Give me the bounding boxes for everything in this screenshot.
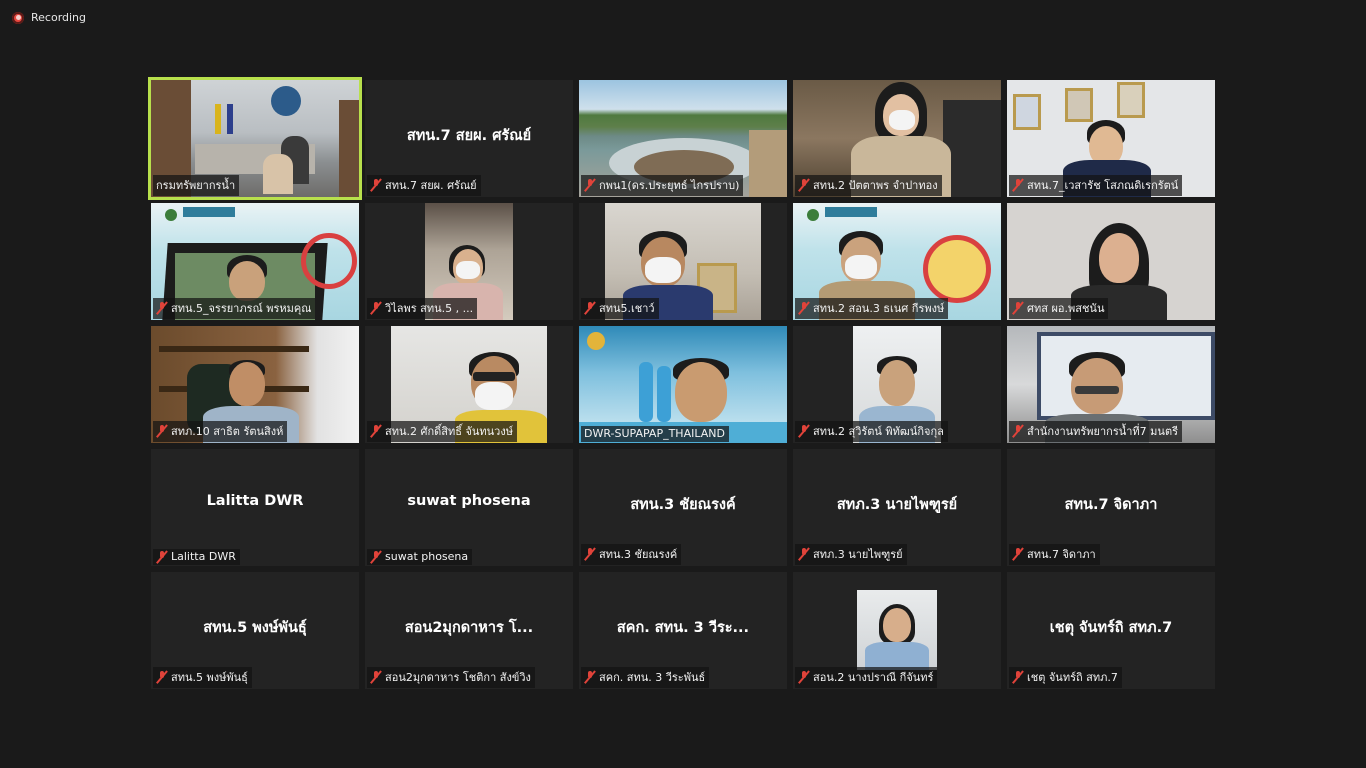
mic-muted-icon bbox=[1012, 179, 1024, 191]
participant-name-label: กรมทรัพยากรน้ำ bbox=[153, 175, 240, 196]
participant-tile[interactable]: สทน.7_เวสารัช โสภณดิเรกรัตน์ bbox=[1007, 80, 1215, 197]
participant-name-label: สทภ.10 สาธิต รัตนสิงห์ bbox=[153, 421, 288, 442]
participant-name-label: สทน5.เชาว์ bbox=[581, 298, 659, 319]
participant-tile[interactable]: สทน.7 จิดาภา สทน.7 จิดาภา bbox=[1007, 449, 1215, 566]
participant-tile[interactable]: สทน.2 สอน.3 ธเนศ กีรพงษ์ bbox=[793, 203, 1001, 320]
participant-name-label: สทน.3 ชัยณรงค์ bbox=[581, 544, 682, 565]
participant-tile[interactable]: สอน2มุกดาหาร โ... สอน2มุกดาหาร โชติกา สั… bbox=[365, 572, 573, 689]
participant-display-name: สทน.3 ชัยณรงค์ bbox=[630, 497, 736, 513]
participant-name-label: สอน.2 นางปราณี กีจันทร์ bbox=[795, 667, 938, 688]
participant-tile[interactable]: สทน.7 สยผ. ศรัณย์ สทน.7 สยผ. ศรัณย์ bbox=[365, 80, 573, 197]
participant-tile[interactable]: สทน.5 พงษ์พันธุ์ สทน.5 พงษ์พันธุ์ bbox=[151, 572, 359, 689]
participant-tile[interactable]: วิไลพร สทน.5 , ... bbox=[365, 203, 573, 320]
recording-label: Recording bbox=[31, 11, 87, 24]
participant-display-name: suwat phosena bbox=[407, 493, 531, 509]
mic-muted-icon bbox=[156, 550, 168, 563]
mic-muted-icon bbox=[584, 302, 596, 314]
participant-tile[interactable]: สทน.3 ชัยณรงค์ สทน.3 ชัยณรงค์ bbox=[579, 449, 787, 566]
participant-name-label: สำนักงานทรัพยากรน้ำที่7 มนตรี bbox=[1009, 421, 1183, 442]
participant-tile[interactable]: สทน5.เชาว์ bbox=[579, 203, 787, 320]
participant-name-label: สคก. สทน. 3 วีระพันธ์ bbox=[581, 667, 710, 688]
gallery-grid: กรมทรัพยากรน้ำ สทน.7 สยผ. ศรัณย์ สทน.7 ส… bbox=[148, 77, 1215, 689]
participant-tile[interactable]: สทน.2 ปัตตาพร จำปาทอง bbox=[793, 80, 1001, 197]
participant-display-name: สคก. สทน. 3 วีระ... bbox=[616, 620, 750, 636]
participant-tile[interactable]: กพน1(ดร.ประยุทธ์ ไกรปราบ) bbox=[579, 80, 787, 197]
mic-muted-icon bbox=[370, 550, 382, 563]
mic-muted-icon bbox=[156, 302, 168, 314]
recording-indicator: Recording bbox=[12, 11, 86, 24]
record-icon bbox=[12, 11, 24, 24]
mic-muted-icon bbox=[1012, 671, 1024, 683]
participant-display-name: เชตุ จันทร์ถิ สทภ.7 bbox=[1049, 620, 1173, 636]
mic-muted-icon bbox=[156, 425, 168, 437]
participant-name-label: สทน.2 สอน.3 ธเนศ กีรพงษ์ bbox=[795, 298, 949, 319]
participant-name-label: สทน.5_จรรยาภรณ์ พรหมคุณ bbox=[153, 298, 316, 319]
participant-tile[interactable]: สอน.2 นางปราณี กีจันทร์ bbox=[793, 572, 1001, 689]
mic-muted-icon bbox=[798, 302, 810, 314]
participant-tile[interactable]: สำนักงานทรัพยากรน้ำที่7 มนตรี bbox=[1007, 326, 1215, 443]
mic-muted-icon bbox=[798, 179, 810, 191]
mic-muted-icon bbox=[1012, 425, 1024, 437]
mic-muted-icon bbox=[798, 425, 810, 437]
mic-muted-icon bbox=[584, 671, 596, 683]
participant-name-label: วิไลพร สทน.5 , ... bbox=[367, 298, 478, 319]
participant-name-label: สทน.7 สยผ. ศรัณย์ bbox=[367, 175, 481, 196]
participant-name-label: DWR-SUPAPAP_THAILAND bbox=[581, 426, 729, 442]
participant-tile[interactable]: สทภ.10 สาธิต รัตนสิงห์ bbox=[151, 326, 359, 443]
participant-tile[interactable]: สทภ.3 นายไพฑูรย์ สทภ.3 นายไพฑูรย์ bbox=[793, 449, 1001, 566]
participant-name-label: ศทส ผอ.พสชนัน bbox=[1009, 298, 1109, 319]
participant-name-label: สทน.7 จิดาภา bbox=[1009, 544, 1100, 565]
mic-muted-icon bbox=[156, 671, 168, 683]
mic-muted-icon bbox=[798, 671, 810, 683]
participant-tile[interactable]: สทน.5_จรรยาภรณ์ พรหมคุณ bbox=[151, 203, 359, 320]
participant-display-name: สอน2มุกดาหาร โ... bbox=[404, 620, 534, 636]
mic-muted-icon bbox=[370, 671, 382, 683]
participant-display-name: Lalitta DWR bbox=[206, 493, 304, 509]
participant-tile[interactable]: เชตุ จันทร์ถิ สทภ.7 เชตุ จันทร์ถิ สทภ.7 bbox=[1007, 572, 1215, 689]
participant-name-label: สทภ.3 นายไพฑูรย์ bbox=[795, 544, 907, 565]
participant-tile[interactable]: สคก. สทน. 3 วีระ... สคก. สทน. 3 วีระพันธ… bbox=[579, 572, 787, 689]
participant-name-label: สอน2มุกดาหาร โชติกา สังข์วิง bbox=[367, 667, 535, 688]
participant-tile[interactable]: ศทส ผอ.พสชนัน bbox=[1007, 203, 1215, 320]
participant-name-label: Lalitta DWR bbox=[153, 549, 240, 565]
mic-muted-icon bbox=[1012, 302, 1024, 314]
participant-tile[interactable]: กรมทรัพยากรน้ำ bbox=[148, 77, 362, 200]
mic-muted-icon bbox=[798, 548, 810, 560]
participant-name-label: เชตุ จันทร์ถิ สทภ.7 bbox=[1009, 667, 1122, 688]
participant-name-label: สทน.2 ศักดิ์สิทธิ์ จันทนวงษ์ bbox=[367, 421, 517, 442]
mic-muted-icon bbox=[1012, 548, 1024, 560]
participant-tile[interactable]: DWR-SUPAPAP_THAILAND bbox=[579, 326, 787, 443]
participant-name-label: suwat phosena bbox=[367, 549, 473, 565]
participant-tile[interactable]: suwat phosena suwat phosena bbox=[365, 449, 573, 566]
participant-name-label: สทน.2 สุวิรัตน์ พิทัฒน์กิจกุล bbox=[795, 421, 948, 442]
participant-tile[interactable]: Lalitta DWR Lalitta DWR bbox=[151, 449, 359, 566]
mic-muted-icon bbox=[584, 179, 596, 191]
participant-tile[interactable]: สทน.2 สุวิรัตน์ พิทัฒน์กิจกุล bbox=[793, 326, 1001, 443]
participant-name-label: สทน.2 ปัตตาพร จำปาทอง bbox=[795, 175, 942, 196]
participant-tile[interactable]: สทน.2 ศักดิ์สิทธิ์ จันทนวงษ์ bbox=[365, 326, 573, 443]
participant-name-label: สทน.5 พงษ์พันธุ์ bbox=[153, 667, 252, 688]
mic-muted-icon bbox=[370, 425, 382, 437]
mic-muted-icon bbox=[370, 302, 382, 314]
participant-display-name: สทภ.3 นายไพฑูรย์ bbox=[836, 497, 958, 513]
participant-display-name: สทน.5 พงษ์พันธุ์ bbox=[203, 620, 307, 636]
participant-display-name: สทน.7 จิดาภา bbox=[1064, 497, 1158, 513]
participant-name-label: สทน.7_เวสารัช โสภณดิเรกรัตน์ bbox=[1009, 175, 1183, 196]
participant-name-label: กพน1(ดร.ประยุทธ์ ไกรปราบ) bbox=[581, 175, 744, 196]
mic-muted-icon bbox=[370, 179, 382, 191]
mic-muted-icon bbox=[584, 548, 596, 560]
participant-display-name: สทน.7 สยผ. ศรัณย์ bbox=[406, 128, 532, 144]
